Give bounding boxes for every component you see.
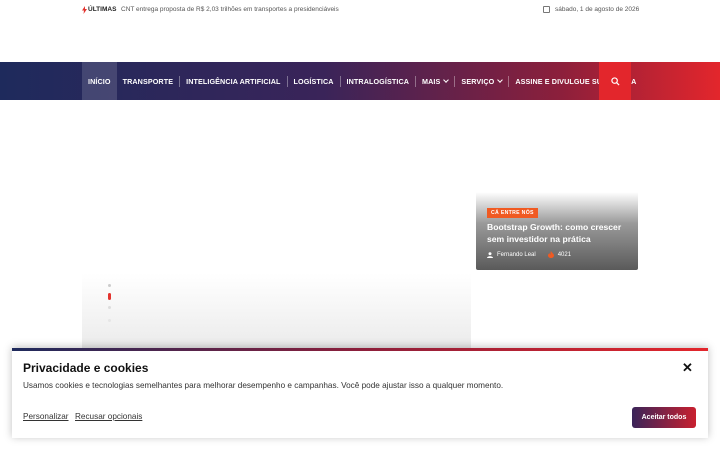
user-icon [487, 251, 493, 258]
cookie-title: Privacidade e cookies [23, 361, 149, 375]
reject-optional-link[interactable]: Recusar opcionais [75, 412, 142, 421]
slider-dot-active[interactable] [108, 293, 111, 300]
feature-card-meta: Fernando Leal 4021 [487, 251, 583, 258]
fire-icon [547, 251, 554, 258]
close-icon[interactable]: ✕ [682, 361, 693, 375]
latest-news-link[interactable]: CNT entrega proposta de R$ 2,03 trilhões… [121, 6, 339, 14]
author-name[interactable]: Fernando Leal [497, 252, 536, 258]
view-count: 4021 [557, 251, 572, 258]
flash-icon [82, 6, 87, 16]
nav-item-servico-label: SERVIÇO [461, 76, 495, 86]
views: 4021 [547, 251, 572, 258]
feature-card[interactable]: CÁ ENTRE NÓS Bootstrap Growth: como cres… [476, 192, 638, 270]
top-bar: ÚLTIMAS CNT entrega proposta de R$ 2,03 … [0, 0, 720, 20]
search-icon [610, 76, 620, 86]
cookie-banner: Privacidade e cookies ✕ Usamos cookies e… [12, 348, 708, 438]
nav-item-intralogistica[interactable]: INTRALOGÍSTICA [341, 62, 416, 100]
slider-dot[interactable] [108, 306, 111, 309]
category-badge[interactable]: CÁ ENTRE NÓS [487, 208, 538, 218]
nav-item-logistica[interactable]: LOGÍSTICA [288, 62, 340, 100]
nav-item-mais-label: MAIS [422, 76, 441, 86]
current-date: sábado, 1 de agosto de 2026 [555, 6, 640, 13]
accept-all-button[interactable]: Aceitar todos [632, 407, 696, 428]
latest-label: ÚLTIMAS [88, 6, 117, 13]
nav-item-mais[interactable]: MAIS [416, 62, 454, 100]
nav-item-servico[interactable]: SERVIÇO [455, 62, 508, 100]
feature-card-title[interactable]: Bootstrap Growth: como crescer sem inves… [487, 222, 631, 245]
nav-item-inteligencia-artificial[interactable]: INTELIGÊNCIA ARTIFICIAL [180, 62, 286, 100]
calendar-icon [543, 6, 550, 13]
chevron-down-icon [497, 77, 504, 83]
slider-dot[interactable] [108, 284, 111, 287]
cookie-text: Usamos cookies e tecnologias semelhantes… [23, 381, 504, 390]
chevron-down-icon [443, 77, 450, 83]
search-button[interactable] [599, 62, 631, 100]
slider-dot[interactable] [108, 319, 111, 322]
author: Fernando Leal [487, 252, 536, 258]
customize-link[interactable]: Personalizar [23, 412, 69, 421]
nav-item-inicio[interactable]: INÍCIO [82, 62, 117, 100]
nav-item-transporte[interactable]: TRANSPORTE [117, 62, 180, 100]
